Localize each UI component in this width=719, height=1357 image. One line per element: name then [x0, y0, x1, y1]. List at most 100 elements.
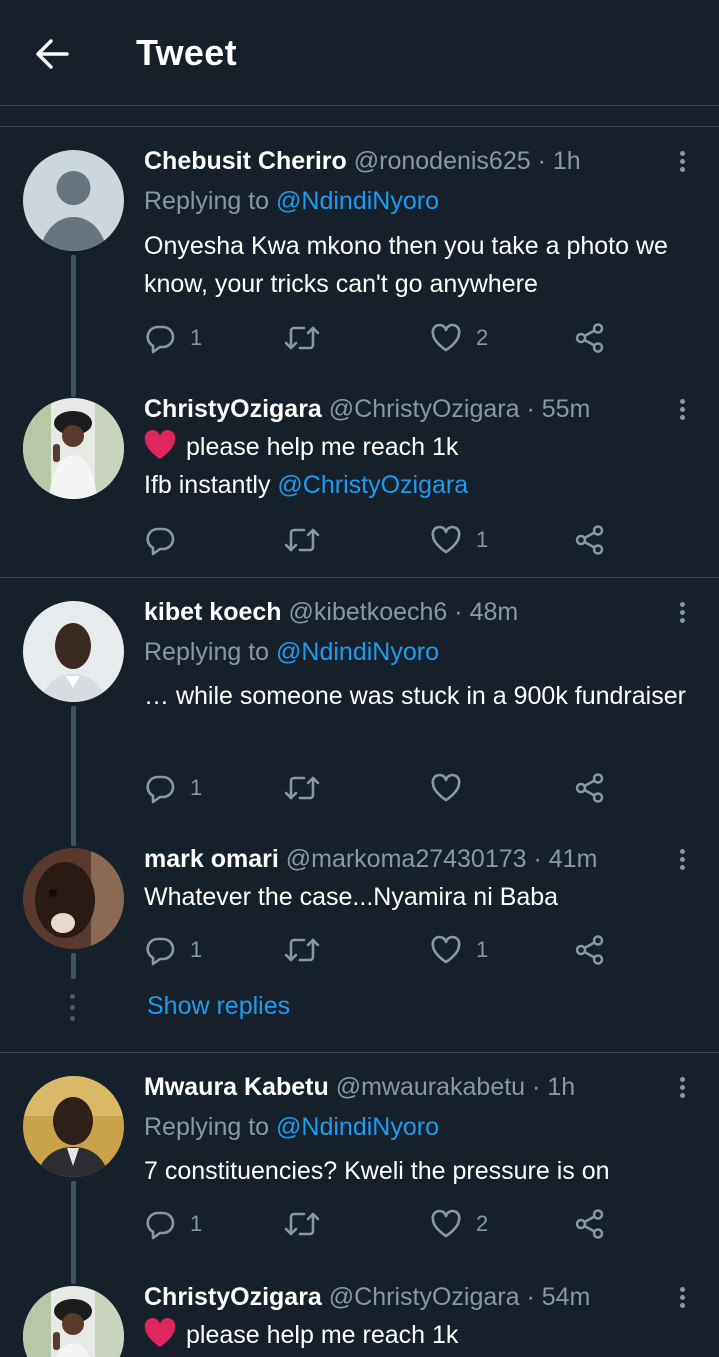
share-button[interactable]	[574, 1206, 606, 1242]
like-count: 2	[476, 1211, 489, 1236]
more-vertical-icon[interactable]	[672, 846, 692, 876]
separator-dot: ·	[537, 147, 546, 175]
user-name[interactable]: ChristyOzigara	[144, 1283, 322, 1311]
reply-count: 1	[190, 325, 203, 350]
red-heart-emoji-icon	[144, 1318, 176, 1348]
page-title: Tweet	[136, 32, 237, 73]
like-button[interactable]	[430, 770, 476, 806]
avatar-christyozigara[interactable]	[23, 398, 124, 499]
tweet-time[interactable]: 1h	[547, 1073, 575, 1101]
share-button[interactable]	[574, 320, 606, 356]
avatar-mark-omari[interactable]	[23, 848, 124, 949]
replying-to: Replying to @NdindiNyoro	[144, 186, 439, 216]
mention-link[interactable]: @NdindiNyoro	[276, 1113, 439, 1141]
like-button[interactable]: 1	[430, 522, 488, 558]
user-name[interactable]: kibet koech	[144, 598, 282, 626]
reply-button[interactable]: 1	[144, 770, 202, 806]
more-vertical-icon[interactable]	[672, 148, 692, 178]
retweet-button[interactable]	[284, 932, 334, 968]
replying-to-label: Replying to	[144, 187, 270, 215]
share-button[interactable]	[574, 770, 606, 806]
separator-dot: ·	[532, 1073, 541, 1101]
user-handle[interactable]: @ronodenis625	[354, 147, 531, 175]
user-handle[interactable]: @mwaurakabetu	[336, 1073, 525, 1101]
reply-count: 1	[190, 1211, 203, 1236]
divider	[0, 1052, 719, 1053]
user-name[interactable]: Mwaura Kabetu	[144, 1073, 329, 1101]
tweet-header: ChristyOzigara @ChristyOzigara · 55m	[144, 394, 590, 424]
like-button[interactable]: 2	[430, 320, 488, 356]
tweet-time[interactable]: 55m	[542, 395, 591, 423]
like-button[interactable]: 1	[430, 932, 488, 968]
reply-icon	[144, 524, 176, 556]
tweet-text: please help me reach 1k Ifb instantly @C…	[144, 428, 704, 504]
user-name[interactable]: mark omari	[144, 845, 279, 873]
more-vertical-icon[interactable]	[672, 1074, 692, 1104]
reply-button[interactable]: 1	[144, 1206, 202, 1242]
reply-button[interactable]: 1	[144, 320, 202, 356]
retweet-button[interactable]	[284, 1206, 334, 1242]
like-icon	[430, 322, 462, 354]
tweet-time[interactable]: 54m	[542, 1283, 591, 1311]
like-icon	[430, 934, 462, 966]
tweet-text-line: please help me reach 1k	[186, 1321, 459, 1349]
tweet-time[interactable]: 48m	[470, 598, 519, 626]
retweet-button[interactable]	[284, 770, 334, 806]
mention-link[interactable]: @ChristyOzigara	[277, 471, 468, 499]
tweet-header: kibet koech @kibetkoech6 · 48m	[144, 597, 518, 627]
share-button[interactable]	[574, 932, 606, 968]
share-icon	[574, 322, 606, 354]
retweet-icon	[284, 772, 320, 804]
tweet-actions: 1 1	[144, 932, 624, 968]
user-name[interactable]: Chebusit Cheriro	[144, 147, 347, 175]
user-handle[interactable]: @ChristyOzigara	[329, 395, 520, 423]
tweet-actions: 1 2	[144, 1206, 624, 1242]
user-name[interactable]: ChristyOzigara	[144, 395, 322, 423]
divider	[0, 577, 719, 578]
like-icon	[430, 524, 462, 556]
separator-dot: ·	[533, 845, 542, 873]
reply-count: 1	[190, 775, 203, 800]
more-vertical-icon[interactable]	[672, 599, 692, 629]
like-button[interactable]: 2	[430, 1206, 488, 1242]
back-arrow-icon[interactable]	[30, 34, 74, 74]
more-vertical-icon[interactable]	[672, 1284, 692, 1314]
red-heart-emoji-icon	[144, 430, 176, 460]
tweet-text-line: please help me reach 1k	[186, 433, 459, 461]
thread-line	[71, 1181, 76, 1284]
reply-button[interactable]: 1	[144, 932, 202, 968]
thread-line	[71, 255, 76, 397]
replying-to: Replying to @NdindiNyoro	[144, 1112, 439, 1142]
share-button[interactable]	[574, 522, 606, 558]
more-replies-dots-icon	[70, 994, 76, 1027]
tweet-time[interactable]: 41m	[549, 845, 598, 873]
like-icon	[430, 772, 462, 804]
mention-link[interactable]: @NdindiNyoro	[276, 638, 439, 666]
more-vertical-icon[interactable]	[672, 396, 692, 426]
retweet-icon	[284, 1208, 320, 1240]
thread-line	[71, 706, 76, 846]
user-handle[interactable]: @kibetkoech6	[289, 598, 448, 626]
tweet-text: Whatever the case...Nyamira ni Baba	[144, 883, 559, 911]
like-count: 1	[476, 937, 489, 962]
like-count: 2	[476, 325, 489, 350]
tweet-header: Mwaura Kabetu @mwaurakabetu · 1h	[144, 1072, 575, 1102]
like-icon	[430, 1208, 462, 1240]
reply-icon	[144, 322, 176, 354]
show-replies-link[interactable]: Show replies	[147, 992, 290, 1021]
separator-dot: ·	[454, 598, 463, 626]
tweet-time[interactable]: 1h	[553, 147, 581, 175]
mention-link[interactable]: @NdindiNyoro	[276, 187, 439, 215]
replying-to-label: Replying to	[144, 638, 270, 666]
reply-count: 1	[190, 937, 203, 962]
retweet-button[interactable]	[284, 320, 334, 356]
retweet-icon	[284, 934, 320, 966]
reply-button[interactable]	[144, 522, 190, 558]
avatar-kibet-koech[interactable]	[23, 601, 124, 702]
avatar-default[interactable]	[23, 150, 124, 251]
user-handle[interactable]: @ChristyOzigara	[329, 1283, 520, 1311]
avatar-mwaura-kabetu[interactable]	[23, 1076, 124, 1177]
user-handle[interactable]: @markoma27430173	[286, 845, 527, 873]
retweet-button[interactable]	[284, 522, 334, 558]
avatar-christyozigara[interactable]	[23, 1286, 124, 1357]
